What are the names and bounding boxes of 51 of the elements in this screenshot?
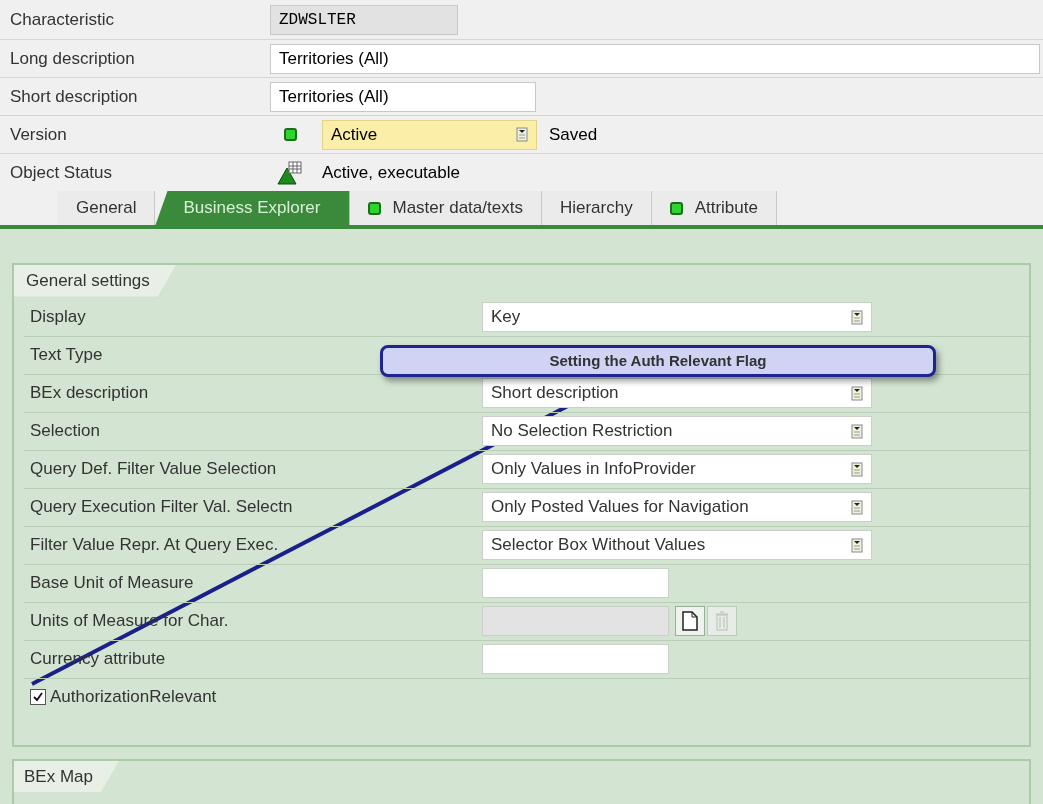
tab[interactable]: Hierarchy xyxy=(541,191,652,225)
status-triangle-icon xyxy=(276,160,304,185)
checkbox-label: AuthorizationRelevant xyxy=(50,685,217,708)
setting-label: Filter Value Repr. At Query Exec. xyxy=(29,534,280,557)
status-light-icon xyxy=(367,201,381,215)
new-document-button[interactable] xyxy=(675,606,705,636)
long-description-field[interactable]: Territories (All) xyxy=(270,43,1040,74)
setting-label: Text Type xyxy=(29,344,104,367)
tab[interactable]: Master data/texts xyxy=(349,191,542,225)
tab[interactable]: Business Explorer xyxy=(155,191,350,225)
status-light-icon xyxy=(669,201,683,215)
version-dropdown[interactable]: Active xyxy=(322,119,537,150)
authorization-checkbox[interactable] xyxy=(30,688,46,705)
field-label: Characteristic xyxy=(9,9,115,32)
dropdown-icon[interactable] xyxy=(851,461,863,477)
field-label: Long description xyxy=(9,47,136,70)
group-title: General settings xyxy=(14,265,176,297)
settings-dropdown[interactable]: Only Posted Values for Navigation xyxy=(482,492,872,522)
settings-dropdown[interactable]: Only Values in InfoProvider xyxy=(482,454,872,484)
setting-label: Selection xyxy=(29,420,101,443)
group-title: BEx Map xyxy=(14,760,119,792)
tab[interactable]: General xyxy=(58,191,156,225)
dropdown-icon[interactable] xyxy=(851,423,863,439)
field-label: Short description xyxy=(9,85,139,108)
input-field[interactable] xyxy=(482,568,669,598)
short-description-field[interactable]: Territories (All) xyxy=(270,81,536,112)
settings-dropdown[interactable]: No Selection Restriction xyxy=(482,416,872,446)
status-light-icon xyxy=(283,128,297,141)
settings-dropdown[interactable]: Selector Box Without Values xyxy=(482,530,872,560)
settings-dropdown[interactable]: Short description xyxy=(482,378,872,408)
field-label: Object Status xyxy=(9,161,114,184)
setting-label: Display xyxy=(29,306,87,329)
setting-label: Base Unit of Measure xyxy=(29,572,195,595)
save-status: Saved xyxy=(549,123,598,146)
setting-label: BEx description xyxy=(29,382,150,405)
dropdown-icon[interactable] xyxy=(851,499,863,515)
setting-label: Query Def. Filter Value Selection xyxy=(29,458,278,481)
dropdown-icon[interactable] xyxy=(851,309,863,325)
settings-dropdown[interactable]: Key xyxy=(482,302,872,332)
field-label: Version xyxy=(9,123,68,146)
setting-label: Query Execution Filter Val. Selectn xyxy=(29,496,294,519)
dropdown-icon[interactable] xyxy=(516,127,528,142)
trash-icon xyxy=(715,611,729,631)
object-status-text: Active, executable xyxy=(322,161,460,184)
tab[interactable]: Attribute xyxy=(651,191,777,225)
input-field[interactable] xyxy=(482,644,669,674)
dropdown-icon[interactable] xyxy=(851,537,863,553)
dropdown-icon[interactable] xyxy=(851,385,863,401)
document-icon xyxy=(682,611,698,631)
characteristic-field: ZDWSLTER xyxy=(270,5,458,35)
callout-box: Setting the Auth Relevant Flag xyxy=(380,345,936,377)
